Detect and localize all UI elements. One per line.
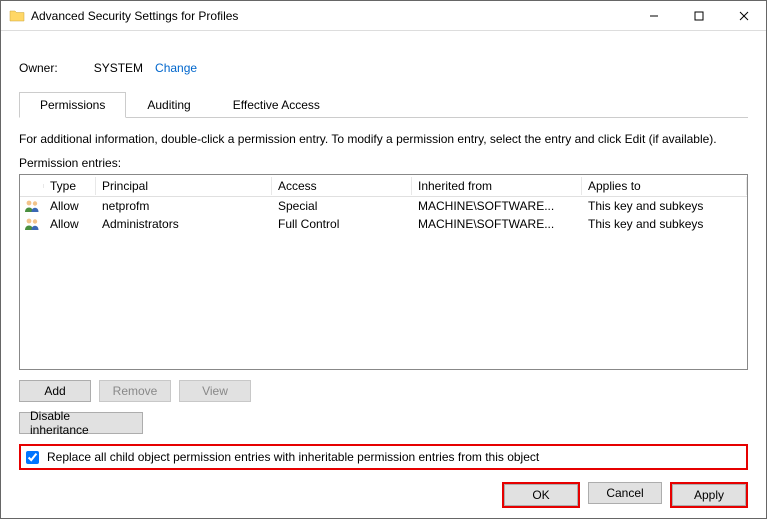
col-applies[interactable]: Applies to	[582, 177, 747, 195]
col-inherited[interactable]: Inherited from	[412, 177, 582, 195]
cell-inherited: MACHINE\SOFTWARE...	[412, 197, 582, 215]
replace-checkbox[interactable]	[26, 451, 39, 464]
cancel-button[interactable]: Cancel	[588, 482, 662, 504]
replace-checkbox-label: Replace all child object permission entr…	[47, 450, 539, 464]
users-icon	[24, 217, 40, 231]
col-principal[interactable]: Principal	[96, 177, 272, 195]
owner-value: SYSTEM	[94, 61, 143, 75]
close-button[interactable]	[721, 1, 766, 30]
cell-type: Allow	[44, 215, 96, 233]
remove-button: Remove	[99, 380, 171, 402]
cell-access: Special	[272, 197, 412, 215]
owner-label: Owner:	[19, 61, 58, 75]
cell-principal: Administrators	[96, 215, 272, 233]
table-row[interactable]: AllowAdministratorsFull ControlMACHINE\S…	[20, 215, 747, 233]
apply-button[interactable]: Apply	[672, 484, 746, 506]
cell-principal: netprofm	[96, 197, 272, 215]
add-button[interactable]: Add	[19, 380, 91, 402]
titlebar: Advanced Security Settings for Profiles	[1, 1, 766, 31]
cell-applies: This key and subkeys	[582, 197, 747, 215]
instructions-text: For additional information, double-click…	[19, 132, 748, 146]
folder-icon	[9, 8, 25, 24]
tab-auditing[interactable]: Auditing	[126, 92, 211, 118]
view-button: View	[179, 380, 251, 402]
cell-type: Allow	[44, 197, 96, 215]
maximize-button[interactable]	[676, 1, 721, 30]
replace-checkbox-row[interactable]: Replace all child object permission entr…	[19, 444, 748, 470]
tab-bar: Permissions Auditing Effective Access	[19, 91, 748, 118]
window-title: Advanced Security Settings for Profiles	[31, 9, 238, 23]
users-icon	[24, 199, 40, 213]
permission-table: Type Principal Access Inherited from App…	[19, 174, 748, 370]
change-owner-link[interactable]: Change	[155, 61, 197, 75]
minimize-button[interactable]	[631, 1, 676, 30]
cell-inherited: MACHINE\SOFTWARE...	[412, 215, 582, 233]
disable-inheritance-button[interactable]: Disable inheritance	[19, 412, 143, 434]
ok-button[interactable]: OK	[504, 484, 578, 506]
cell-applies: This key and subkeys	[582, 215, 747, 233]
table-row[interactable]: AllownetprofmSpecialMACHINE\SOFTWARE...T…	[20, 197, 747, 215]
table-header: Type Principal Access Inherited from App…	[20, 175, 747, 197]
col-type[interactable]: Type	[44, 177, 96, 195]
dialog-window: Advanced Security Settings for Profiles …	[0, 0, 767, 519]
tab-permissions[interactable]: Permissions	[19, 92, 126, 118]
col-access[interactable]: Access	[272, 177, 412, 195]
entries-label: Permission entries:	[19, 156, 748, 170]
cell-access: Full Control	[272, 215, 412, 233]
tab-effective-access[interactable]: Effective Access	[212, 92, 341, 118]
